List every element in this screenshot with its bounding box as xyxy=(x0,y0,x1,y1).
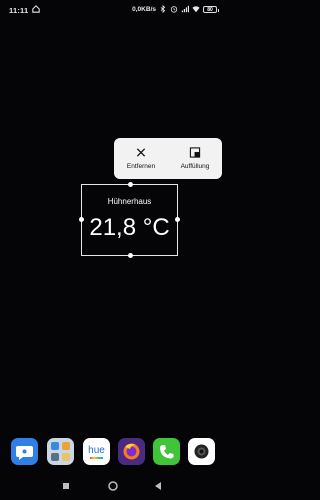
refill-label: Auffüllung xyxy=(180,163,210,170)
hue-app-label: hue xyxy=(88,445,105,456)
resize-handle-top[interactable] xyxy=(128,182,133,187)
refill-button[interactable]: Auffüllung xyxy=(168,138,222,179)
home-button[interactable] xyxy=(107,480,119,492)
resize-handle-right[interactable] xyxy=(175,217,180,222)
hue-color-strip xyxy=(90,457,103,459)
phone-app-icon[interactable] xyxy=(153,438,180,465)
bluetooth-icon xyxy=(160,5,166,13)
remove-label: Entfernen xyxy=(126,163,156,170)
status-indicators: 0,0KB/s 80 xyxy=(132,5,219,13)
camera-app-icon[interactable] xyxy=(188,438,215,465)
home-icon xyxy=(32,5,40,13)
app-dock: hue xyxy=(0,438,225,466)
widget-title: Hühnerhaus xyxy=(107,197,152,206)
app-folder-icon[interactable] xyxy=(47,438,74,465)
folder-grid-icon xyxy=(51,442,70,461)
hue-app-icon[interactable]: hue xyxy=(83,438,110,465)
firefox-logo-icon xyxy=(123,443,140,460)
status-time: 11:11 xyxy=(9,6,29,15)
messages-glyph-icon xyxy=(16,446,33,460)
network-speed: 0,0KB/s xyxy=(132,5,156,13)
remove-button[interactable]: Entfernen xyxy=(114,138,168,179)
battery-level: 80 xyxy=(207,6,213,13)
navigation-bar xyxy=(0,478,225,494)
close-icon xyxy=(136,148,146,157)
resize-icon xyxy=(189,147,201,158)
battery-icon: 80 xyxy=(203,5,219,13)
wifi-icon xyxy=(192,6,200,13)
widget-context-menu: Entfernen Auffüllung xyxy=(114,138,222,179)
firefox-app-icon[interactable] xyxy=(118,438,145,465)
recents-button[interactable] xyxy=(60,480,72,492)
camera-lens-icon xyxy=(194,444,209,459)
resize-handle-left[interactable] xyxy=(79,217,84,222)
alarm-icon xyxy=(170,6,178,13)
resize-handle-bottom[interactable] xyxy=(128,253,133,258)
signal-icon xyxy=(181,5,189,13)
widget-temperature: 21,8 °C xyxy=(89,214,170,241)
temperature-widget[interactable]: Hühnerhaus 21,8 °C xyxy=(79,182,180,258)
phone-handset-icon xyxy=(160,445,174,459)
messages-app-icon[interactable] xyxy=(11,438,38,465)
back-button[interactable] xyxy=(152,480,164,492)
status-bar: 11:11 0,0KB/s 80 xyxy=(0,0,225,20)
